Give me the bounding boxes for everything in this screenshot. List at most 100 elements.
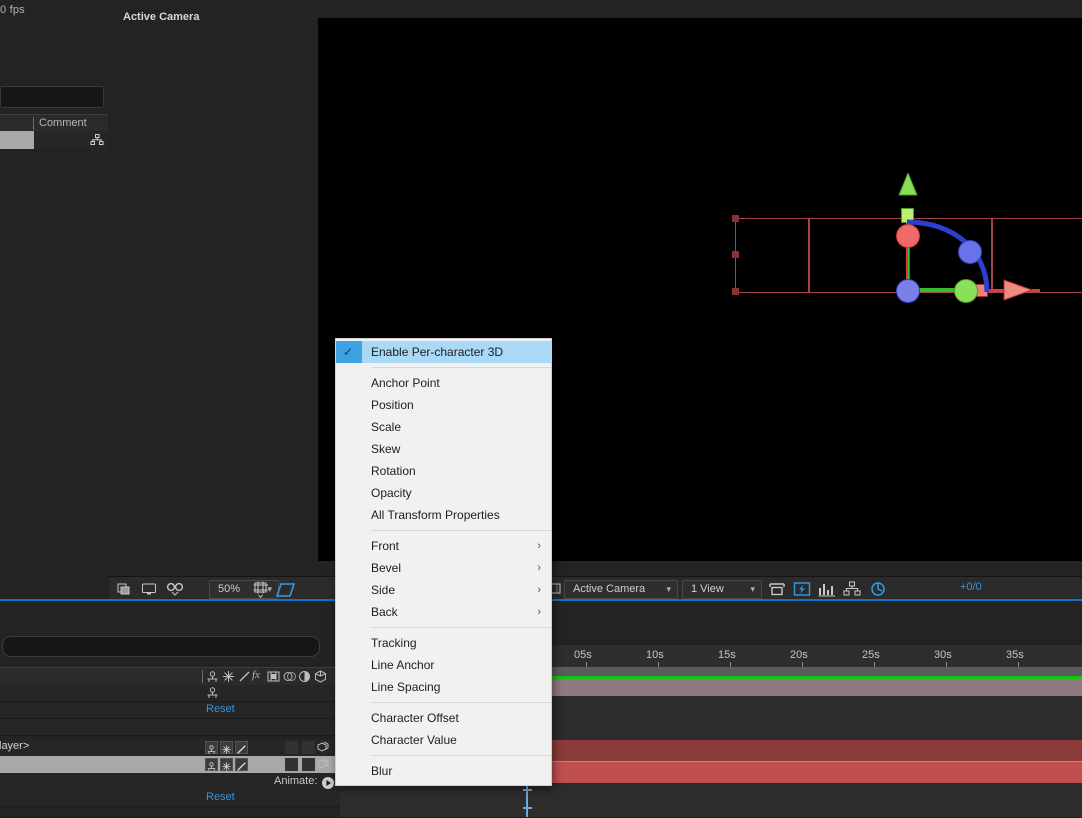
menu-item-label: Position xyxy=(371,398,414,412)
selection-handle[interactable] xyxy=(732,215,739,222)
quality-switch[interactable] xyxy=(235,741,248,754)
quality-switch[interactable] xyxy=(235,758,248,771)
effects-fx-icon[interactable]: fx xyxy=(252,669,260,681)
collapse-switch[interactable] xyxy=(220,758,233,771)
timeline-row-blank[interactable] xyxy=(0,719,340,736)
column-divider xyxy=(202,670,203,683)
exposure-value[interactable]: +0/0 xyxy=(960,581,982,593)
switch-placeholder[interactable] xyxy=(285,758,298,771)
playhead-tick xyxy=(523,807,532,809)
ruler-tick-label: 05s xyxy=(574,649,592,661)
collapse-switch[interactable] xyxy=(220,741,233,754)
switch-placeholder[interactable] xyxy=(302,741,315,754)
switch-placeholder[interactable] xyxy=(302,758,315,771)
menu-item-blur[interactable]: Blur xyxy=(336,760,551,782)
menu-item-line-anchor[interactable]: Line Anchor xyxy=(336,654,551,676)
views-value: 1 View xyxy=(691,583,724,595)
row-color-swatch xyxy=(0,131,34,149)
camera-value: Active Camera xyxy=(573,583,646,595)
menu-item-line-spacing[interactable]: Line Spacing xyxy=(336,676,551,698)
axis-x-arrow[interactable] xyxy=(998,279,1032,301)
project-panel-fragment: 0 fps Comment xyxy=(0,0,108,578)
timeline-row-layer[interactable]: layer> xyxy=(0,739,340,757)
menu-item-label: Rotation xyxy=(371,464,416,478)
timeline-row-animate[interactable]: Animate: xyxy=(0,773,340,791)
menu-item-position[interactable]: Position xyxy=(336,394,551,416)
menu-item-side[interactable]: Side › xyxy=(336,579,551,601)
project-row[interactable] xyxy=(0,131,108,149)
chevron-down-icon: ▾ xyxy=(750,584,755,594)
menu-item-bevel[interactable]: Bevel › xyxy=(336,557,551,579)
menu-separator xyxy=(371,627,551,628)
timeline-row-reset-upper[interactable]: Reset xyxy=(0,702,340,719)
timeline-row-layer-selected[interactable] xyxy=(0,756,340,773)
track-row-empty[interactable] xyxy=(340,783,1082,806)
pixel-aspect-correction-icon[interactable] xyxy=(768,581,785,597)
after-effects-window: 0 fps Comment Active Camera 50% ▾ Active… xyxy=(0,0,1082,818)
selection-handle[interactable] xyxy=(732,288,739,295)
fast-previews-icon[interactable] xyxy=(793,581,811,597)
menu-item-character-value[interactable]: Character Value xyxy=(336,729,551,751)
toggle-transparency-grid-icon[interactable] xyxy=(116,581,132,597)
composition-viewer-panel: Active Camera xyxy=(109,0,1082,578)
shy-switch[interactable] xyxy=(205,758,218,771)
views-select[interactable]: 1 View ▾ xyxy=(682,580,762,599)
menu-separator xyxy=(371,702,551,703)
menu-item-enable-per-character-3d[interactable]: ✓ Enable Per-character 3D xyxy=(336,341,551,363)
timeline-graph-icon[interactable] xyxy=(818,581,835,597)
menu-item-anchor-point[interactable]: Anchor Point xyxy=(336,372,551,394)
viewer-tab-bar: Active Camera xyxy=(109,0,1082,23)
reset-link[interactable]: Reset xyxy=(206,791,235,803)
parent-link-icon[interactable] xyxy=(90,133,104,152)
timeline-search-input[interactable] xyxy=(2,636,320,657)
menu-item-character-offset[interactable]: Character Offset xyxy=(336,707,551,729)
ruler-tick-label: 35s xyxy=(1006,649,1024,661)
column-divider xyxy=(33,117,34,130)
menu-item-label: Side xyxy=(371,583,396,597)
rotation-handle-green[interactable] xyxy=(954,279,978,303)
menu-separator xyxy=(371,367,551,368)
selection-handle[interactable] xyxy=(732,251,739,258)
toggle-viewer-mask-icon[interactable] xyxy=(141,581,157,597)
rotation-handle-red[interactable] xyxy=(896,224,920,248)
menu-item-front[interactable]: Front › xyxy=(336,535,551,557)
ruler-tick-label: 10s xyxy=(646,649,664,661)
menu-item-label: Opacity xyxy=(371,486,412,500)
timeline-row-anchor[interactable] xyxy=(0,685,340,702)
switch-placeholder[interactable] xyxy=(285,741,298,754)
reset-link[interactable]: Reset xyxy=(206,703,235,715)
anchor-point-handle[interactable] xyxy=(896,279,920,303)
comp-flowchart-icon[interactable] xyxy=(843,581,861,597)
menu-separator xyxy=(371,755,551,756)
menu-item-label: All Transform Properties xyxy=(371,508,500,522)
chevron-down-icon: ▾ xyxy=(666,584,671,594)
shy-switch[interactable] xyxy=(205,741,218,754)
track-row-empty[interactable] xyxy=(340,805,1082,818)
menu-item-label: Character Value xyxy=(371,733,457,747)
ruler-tick-label: 25s xyxy=(862,649,880,661)
grid-guide-icon[interactable] xyxy=(252,581,268,599)
toggle-3d-glasses-icon[interactable] xyxy=(166,581,184,597)
layer-name-label: layer> xyxy=(0,740,30,752)
menu-separator xyxy=(371,530,551,531)
menu-item-back[interactable]: Back › xyxy=(336,601,551,623)
viewer-tab-label[interactable]: Active Camera xyxy=(123,11,199,23)
menu-item-all-transform-properties[interactable]: All Transform Properties xyxy=(336,504,551,526)
menu-item-label: Character Offset xyxy=(371,711,459,725)
menu-item-rotation[interactable]: Rotation xyxy=(336,460,551,482)
character-box xyxy=(735,218,810,293)
region-of-interest-icon[interactable] xyxy=(275,581,296,597)
project-search-field[interactable] xyxy=(0,86,104,108)
menu-item-tracking[interactable]: Tracking xyxy=(336,632,551,654)
reset-exposure-icon[interactable] xyxy=(869,581,885,597)
animate-context-menu[interactable]: ✓ Enable Per-character 3D Anchor Point Posi… xyxy=(335,338,552,786)
menu-item-skew[interactable]: Skew xyxy=(336,438,551,460)
timeline-row-reset-lower[interactable]: Reset xyxy=(0,790,340,807)
menu-item-scale[interactable]: Scale xyxy=(336,416,551,438)
fps-label: 0 fps xyxy=(0,4,25,16)
menu-item-opacity[interactable]: Opacity xyxy=(336,482,551,504)
camera-select[interactable]: Active Camera ▾ xyxy=(564,580,678,599)
rotation-handle-blue-arc[interactable] xyxy=(958,240,982,264)
chevron-right-icon: › xyxy=(537,540,541,552)
axis-y-arrow[interactable] xyxy=(898,173,918,207)
